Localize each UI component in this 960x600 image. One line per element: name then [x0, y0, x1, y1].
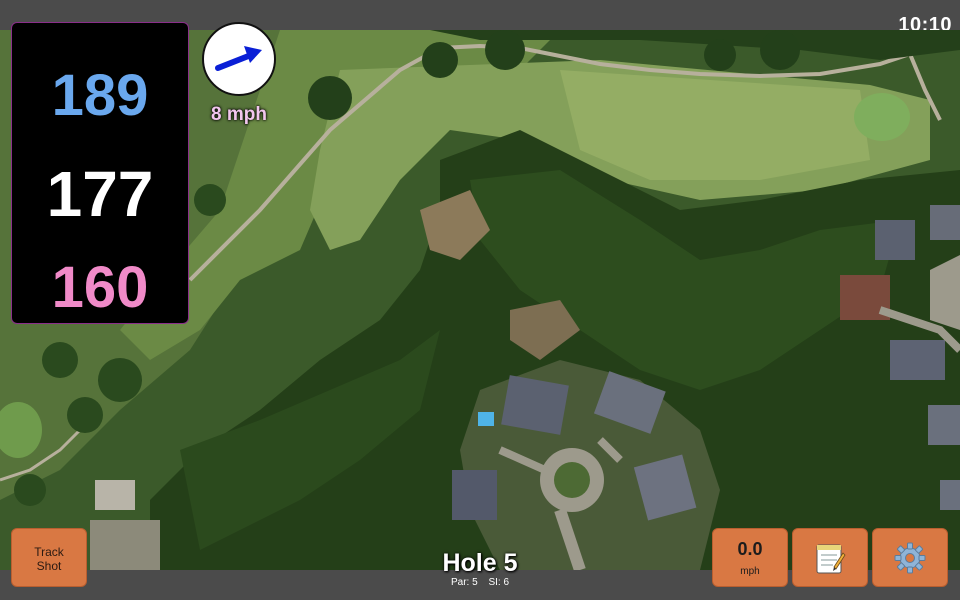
track-shot-label-line2: Shot: [36, 559, 62, 573]
golf-gps-screen: 10:10 189 177 160 8 mph Hole 5 Par: 5 SI…: [0, 0, 960, 600]
hole-par: Par: 5: [450, 577, 478, 588]
speed-button[interactable]: 0.0 mph: [712, 528, 788, 587]
gear-icon: [894, 542, 926, 574]
distance-front: 160: [51, 255, 149, 320]
distance-back: 189: [51, 63, 149, 128]
hole-title: Hole 5: [442, 549, 518, 577]
speed-unit: mph: [740, 566, 760, 577]
wind-arrow-icon: [215, 46, 262, 71]
wind-indicator: [202, 22, 276, 96]
hole-stroke-index: SI: 6: [488, 577, 510, 588]
hole-details: Par: 5 SI: 6: [380, 577, 580, 588]
speed-value: 0.0: [737, 539, 763, 559]
wind-speed: 8 mph: [211, 104, 267, 125]
settings-button[interactable]: [872, 528, 948, 587]
distance-center: 177: [46, 158, 154, 230]
notes-button[interactable]: [792, 528, 868, 587]
track-shot-label-line1: Track: [34, 545, 64, 559]
notepad-icon: [816, 544, 846, 574]
track-shot-button[interactable]: Track Shot: [11, 528, 87, 587]
distance-panel: 189 177 160: [11, 22, 189, 324]
